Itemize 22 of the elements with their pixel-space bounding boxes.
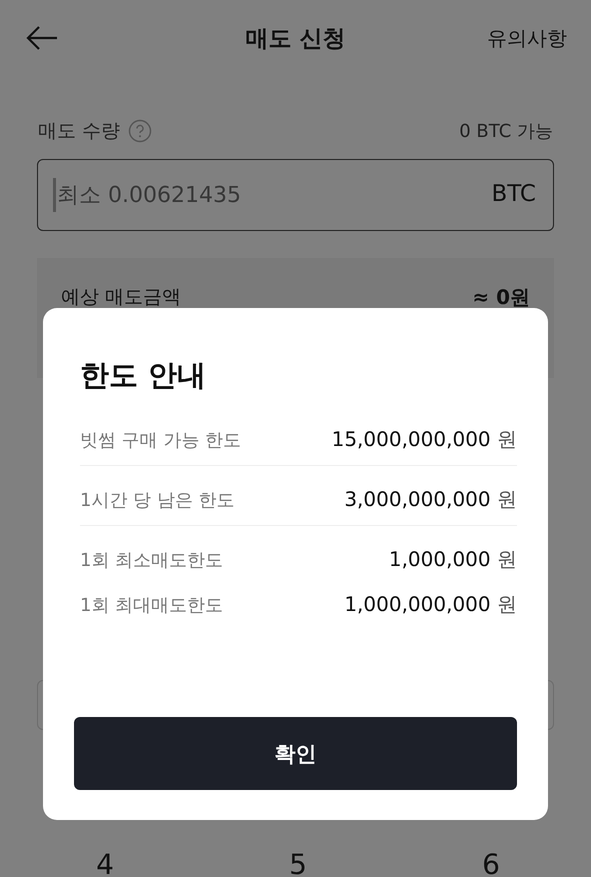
keypad-key[interactable]: 6 [476,848,506,877]
dialog-title: 한도 안내 [80,357,208,394]
page-title: 매도 신청 [245,24,346,54]
confirm-button[interactable]: 확인 [74,717,517,790]
limit-value: 1,000,000 원 [388,546,517,573]
limit-label: 1회 최소매도한도 [80,548,224,572]
limit-value: 3,000,000,000 원 [344,486,517,513]
notice-link[interactable]: 유의사항 [487,24,567,52]
text-cursor [53,178,56,212]
limit-label: 1회 최대매도한도 [80,594,224,616]
quantity-label: 매도 수량 [38,119,120,144]
limit-value: 1,000,000,000 원 [344,591,517,618]
limit-label: 1시간 당 남은 한도 [80,488,235,512]
keypad-key[interactable]: 4 [90,848,120,877]
keypad-key[interactable]: 5 [283,848,313,877]
estimate-label: 예상 매도금액 [61,285,182,310]
estimate-value: ≈ 0원 [472,284,530,311]
limit-value: 15,000,000,000 원 [332,426,517,453]
available-amount: 0 BTC 가능 [459,120,553,143]
limit-label: 빗썸 구매 가능 한도 [80,428,242,452]
back-arrow-icon[interactable] [26,25,58,51]
unit-label: BTC [491,181,536,207]
